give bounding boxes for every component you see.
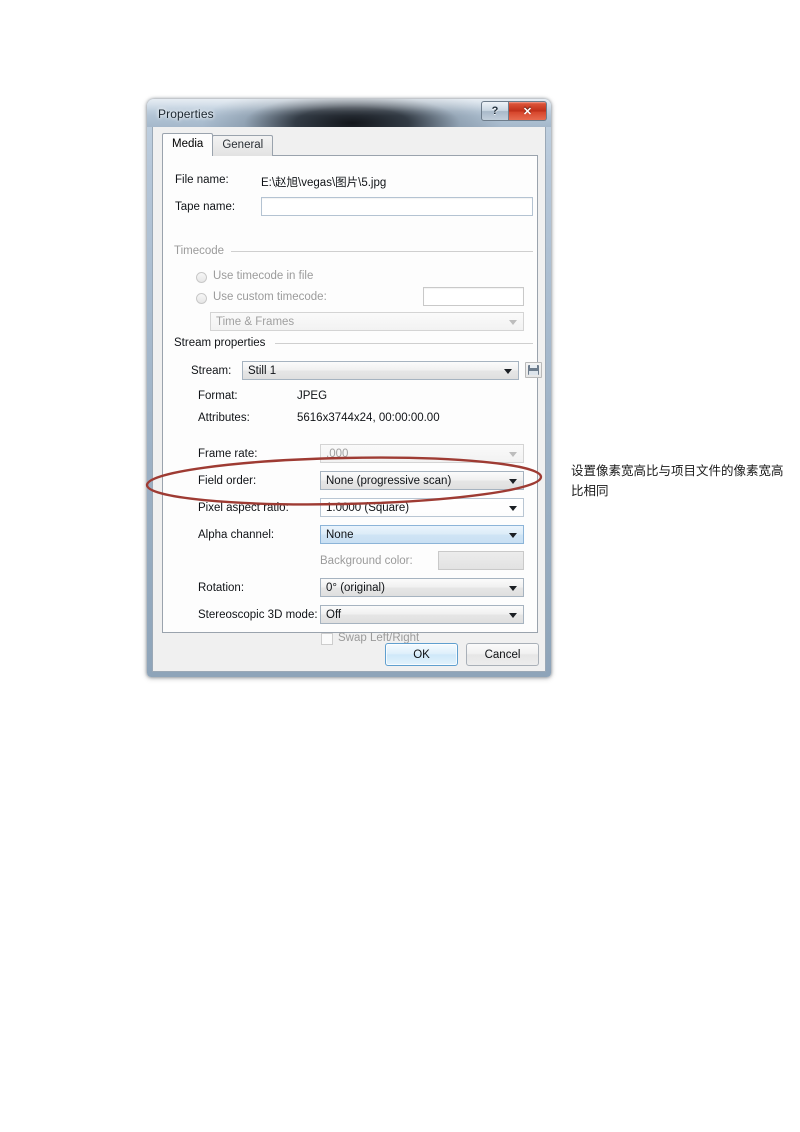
file-name-value: E:\赵旭\vegas\图片\5.jpg xyxy=(261,177,387,189)
stream-label: Stream: xyxy=(191,365,232,377)
tape-name-input[interactable] xyxy=(261,197,533,217)
alpha-channel-select[interactable]: None xyxy=(320,525,524,544)
background-color-swatch[interactable] xyxy=(438,551,524,570)
chevron-down-icon xyxy=(509,585,517,591)
titlebar-button-group: ? ✕ xyxy=(481,101,547,121)
pixel-aspect-ratio-label: Pixel aspect ratio: xyxy=(198,502,289,514)
properties-dialog-window: Properties ? ✕ Media General File name: … xyxy=(147,99,551,677)
field-order-label: Field order: xyxy=(198,475,257,487)
rotation-label: Rotation: xyxy=(198,582,245,594)
rotation-select[interactable]: 0° (original) xyxy=(320,578,524,597)
chevron-down-icon xyxy=(509,319,517,325)
use-timecode-in-file-label: Use timecode in file xyxy=(213,270,314,282)
timecode-format-select[interactable]: Time & Frames xyxy=(210,312,524,331)
stream-value: Still 1 xyxy=(248,364,277,377)
window-titlebar[interactable]: Properties ? ✕ xyxy=(147,99,551,127)
use-custom-timecode-label: Use custom timecode: xyxy=(213,291,327,303)
help-icon-button[interactable]: ? xyxy=(481,101,509,121)
chevron-down-icon xyxy=(509,478,517,484)
custom-timecode-input-field[interactable] xyxy=(424,289,523,307)
radio-use-timecode-in-file[interactable] xyxy=(196,272,207,283)
background-color-label: Background color: xyxy=(320,555,413,567)
cancel-button[interactable]: Cancel xyxy=(466,643,539,666)
pixel-aspect-ratio-value: 1.0000 (Square) xyxy=(326,501,410,514)
annotation-text: 设置像素宽高比与项目文件的像素宽高比相同 xyxy=(571,463,784,498)
chevron-down-icon xyxy=(509,612,517,618)
attributes-value: 5616x3744x24, 00:00:00.00 xyxy=(297,412,440,424)
dialog-client-area: Media General File name: E:\赵旭\vegas\图片\… xyxy=(152,127,546,672)
swap-left-right-checkbox[interactable] xyxy=(321,633,333,645)
close-icon-button[interactable]: ✕ xyxy=(509,101,547,121)
rotation-value: 0° (original) xyxy=(326,581,385,594)
chevron-down-icon xyxy=(509,451,517,457)
chevron-down-icon xyxy=(509,505,517,511)
field-order-value: None (progressive scan) xyxy=(326,474,452,487)
stream-select[interactable]: Still 1 xyxy=(242,361,519,380)
format-label: Format: xyxy=(198,390,238,402)
stream-properties-group-divider xyxy=(275,343,533,344)
timecode-group-label: Timecode xyxy=(174,245,225,257)
media-tab-page: File name: E:\赵旭\vegas\图片\5.jpg Tape nam… xyxy=(162,155,542,645)
alpha-channel-value: None xyxy=(326,528,354,541)
stereoscopic-3d-mode-value: Off xyxy=(326,608,342,621)
window-title: Properties xyxy=(158,107,214,121)
alpha-channel-label: Alpha channel: xyxy=(198,529,275,541)
timecode-format-value: Time & Frames xyxy=(216,315,295,328)
stream-properties-group-label: Stream properties xyxy=(174,337,266,349)
ok-button[interactable]: OK xyxy=(385,643,458,666)
frame-rate-value: .000 xyxy=(326,447,349,460)
attributes-label: Attributes: xyxy=(198,412,250,424)
timecode-group-divider xyxy=(231,251,533,252)
field-order-select[interactable]: None (progressive scan) xyxy=(320,471,524,490)
file-name-label: File name: xyxy=(175,174,229,186)
chevron-down-icon xyxy=(509,532,517,538)
stereoscopic-3d-mode-label: Stereoscopic 3D mode: xyxy=(198,609,318,621)
tape-name-label: Tape name: xyxy=(175,201,236,213)
frame-rate-label: Frame rate: xyxy=(198,448,258,460)
pixel-aspect-ratio-select[interactable]: 1.0000 (Square) xyxy=(320,498,524,517)
radio-use-custom-timecode[interactable] xyxy=(196,293,207,304)
tab-general[interactable]: General xyxy=(212,135,274,156)
custom-timecode-input[interactable] xyxy=(423,287,524,307)
frame-rate-select[interactable]: .000 xyxy=(320,444,524,463)
tab-strip: Media General xyxy=(162,133,274,156)
tape-name-input-field[interactable] xyxy=(262,199,532,217)
stereoscopic-3d-mode-select[interactable]: Off xyxy=(320,605,524,624)
tab-media[interactable]: Media xyxy=(162,133,214,156)
floppy-disk-icon[interactable] xyxy=(525,362,542,378)
floppy-disk-glyph xyxy=(528,365,539,375)
chevron-down-icon xyxy=(504,368,512,374)
format-value: JPEG xyxy=(297,390,328,402)
